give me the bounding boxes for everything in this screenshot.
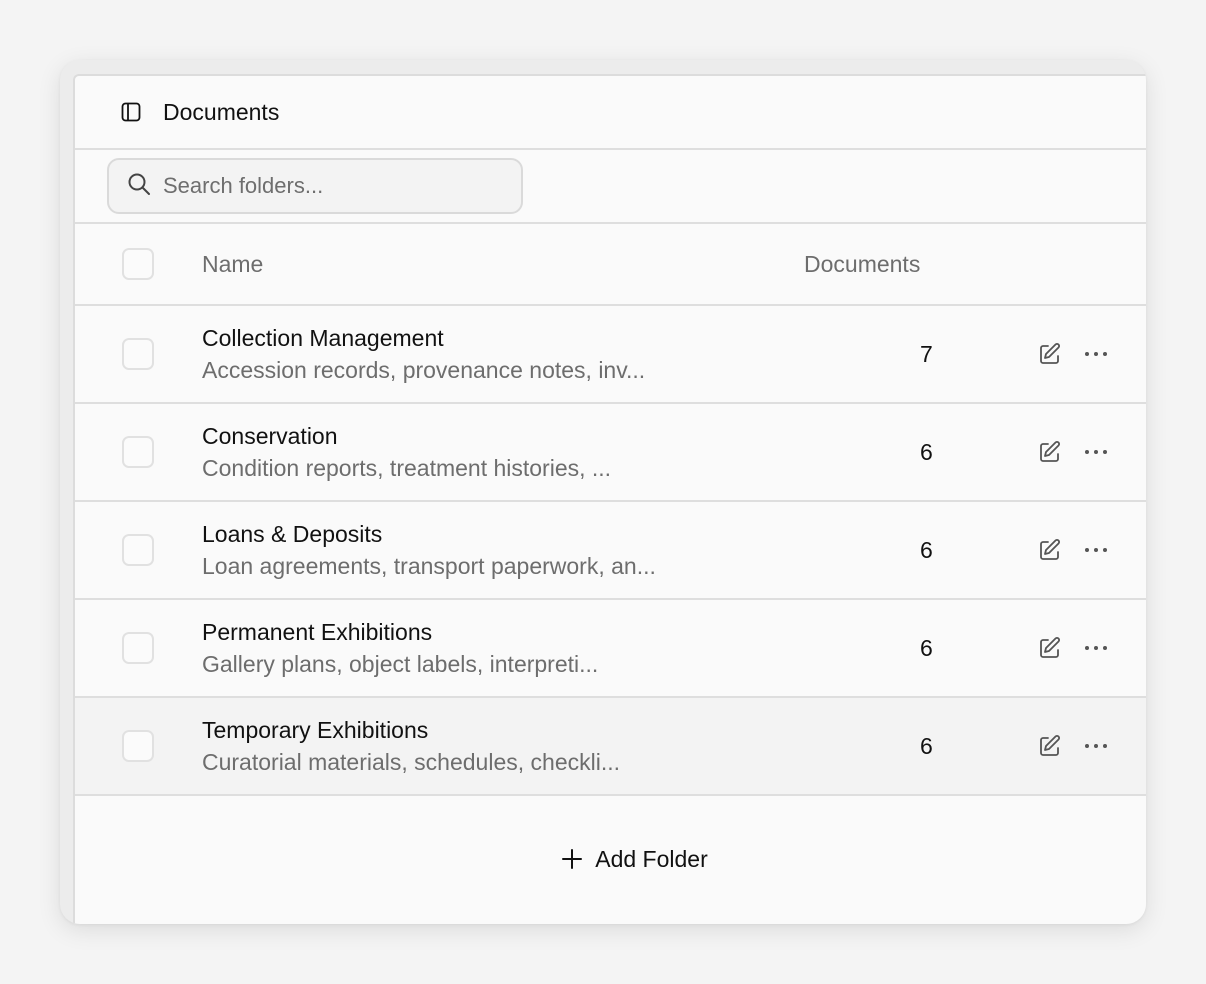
document-count: 6 [920,536,933,563]
sidebar-toggle-icon[interactable] [121,102,141,122]
table-row[interactable]: Loans & Deposits Loan agreements, transp… [75,502,1146,600]
panel-footer: Add Folder [75,796,1146,922]
search-box[interactable] [107,158,523,214]
row-actions [1037,439,1109,465]
select-all-checkbox[interactable] [122,248,154,280]
folder-description: Condition reports, treatment histories, … [202,455,612,481]
panel-header: Documents [75,76,1146,150]
more-options-icon[interactable] [1083,341,1109,367]
row-checkbox[interactable] [122,730,154,762]
row-actions [1037,537,1109,563]
column-header-name[interactable]: Name [202,251,263,278]
table-row[interactable]: Temporary Exhibitions Curatorial materia… [75,698,1146,796]
documents-panel: Documents Name Documents Collection M [73,74,1146,924]
row-actions [1037,733,1109,759]
folder-info: Conservation Condition reports, treatmen… [202,420,611,484]
folder-info: Collection Management Accession records,… [202,322,645,386]
search-bar [75,150,1146,224]
folder-name[interactable]: Conservation [202,420,611,452]
search-icon [127,172,151,201]
more-options-icon[interactable] [1083,733,1109,759]
table-row[interactable]: Conservation Condition reports, treatmen… [75,404,1146,502]
row-checkbox[interactable] [122,338,154,370]
plus-icon [561,848,583,870]
add-folder-button[interactable]: Add Folder [561,846,708,873]
edit-icon[interactable] [1037,341,1063,367]
documents-card: Documents Name Documents Collection M [60,60,1146,924]
edit-icon[interactable] [1037,537,1063,563]
document-count: 6 [920,634,933,661]
folder-description: Gallery plans, object labels, interpreti… [202,651,599,677]
more-options-icon[interactable] [1083,537,1109,563]
document-count: 7 [920,340,933,367]
table-header: Name Documents [75,224,1146,306]
table-row[interactable]: Collection Management Accession records,… [75,306,1146,404]
edit-icon[interactable] [1037,733,1063,759]
row-actions [1037,341,1109,367]
folder-info: Permanent Exhibitions Gallery plans, obj… [202,616,598,680]
folder-description: Curatorial materials, schedules, checkli… [202,749,620,775]
row-checkbox[interactable] [122,534,154,566]
search-input[interactable] [163,173,503,199]
document-count: 6 [920,438,933,465]
folder-name[interactable]: Permanent Exhibitions [202,616,598,648]
row-checkbox[interactable] [122,436,154,468]
row-actions [1037,635,1109,661]
edit-icon[interactable] [1037,635,1063,661]
folder-info: Loans & Deposits Loan agreements, transp… [202,518,656,582]
more-options-icon[interactable] [1083,439,1109,465]
folder-name[interactable]: Temporary Exhibitions [202,714,620,746]
folder-name[interactable]: Loans & Deposits [202,518,656,550]
folder-description: Accession records, provenance notes, inv… [202,357,646,383]
folder-description: Loan agreements, transport paperwork, an… [202,553,656,579]
more-options-icon[interactable] [1083,635,1109,661]
row-checkbox[interactable] [122,632,154,664]
document-count: 6 [920,732,933,759]
folder-info: Temporary Exhibitions Curatorial materia… [202,714,620,778]
edit-icon[interactable] [1037,439,1063,465]
page-title: Documents [163,98,280,125]
column-header-documents[interactable]: Documents [804,251,920,278]
add-folder-label: Add Folder [595,845,708,872]
folder-name[interactable]: Collection Management [202,322,645,354]
table-row[interactable]: Permanent Exhibitions Gallery plans, obj… [75,600,1146,698]
